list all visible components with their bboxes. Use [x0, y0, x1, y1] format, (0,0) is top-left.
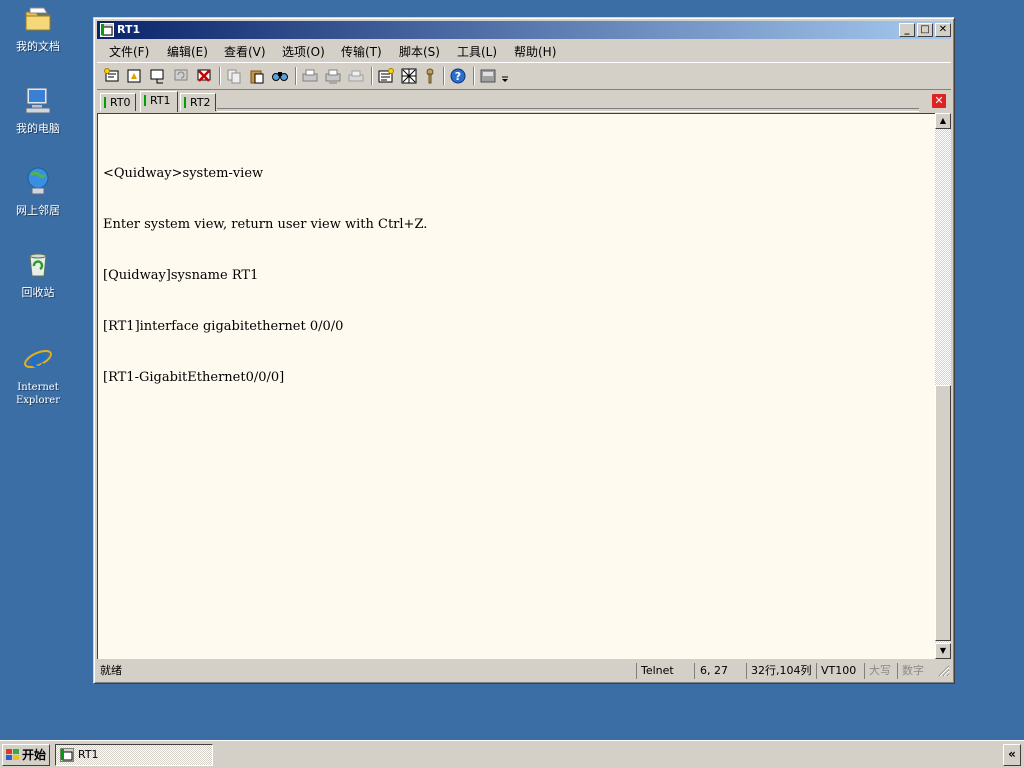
terminal-output[interactable]: <Quidway>system-view Enter system view, …	[97, 113, 935, 659]
status-cursor-position: 6, 27	[694, 663, 744, 679]
help-icon[interactable]: ?	[449, 67, 467, 85]
network-icon	[27, 167, 49, 195]
folder-icon	[25, 7, 51, 31]
print-icon[interactable]	[301, 67, 319, 85]
scroll-down-button[interactable]: ▼	[935, 643, 951, 659]
quick-connect-icon[interactable]	[125, 67, 143, 85]
svg-text:?: ?	[455, 70, 461, 83]
status-terminal-size: 32行,104列	[746, 663, 814, 679]
menu-transfer[interactable]: 传输(T)	[341, 43, 382, 60]
window-title: RT1	[117, 23, 141, 36]
start-label: 开始	[22, 748, 47, 762]
reconnect-icon[interactable]	[172, 67, 190, 85]
menu-script[interactable]: 脚本(S)	[399, 43, 440, 60]
find-icon[interactable]	[271, 67, 289, 85]
toolbar-separator	[371, 67, 373, 85]
toolbar-separator	[295, 67, 297, 85]
menu-view[interactable]: 查看(V)	[224, 43, 266, 60]
menu-tools[interactable]: 工具(L)	[457, 43, 497, 60]
status-ready: 就绪	[100, 664, 122, 677]
resize-grip-icon[interactable]	[938, 665, 950, 677]
close-tab-icon[interactable]: ✕	[932, 94, 946, 108]
session-options-icon[interactable]	[377, 67, 395, 85]
tab-status-indicator	[144, 95, 146, 106]
tab-label: RT0	[110, 96, 131, 109]
menu-bar: 文件(F) 编辑(E) 查看(V) 选项(O) 传输(T) 脚本(S) 工具(L…	[97, 40, 951, 60]
toolbar-separator	[219, 67, 221, 85]
securecrt-window: RT1 _ □ ✕ 文件(F) 编辑(E) 查看(V) 选项(O) 传输(T) …	[93, 17, 955, 684]
more-icon[interactable]	[500, 67, 510, 85]
new-session-icon[interactable]	[103, 67, 121, 85]
toolbar: ?	[97, 62, 951, 90]
global-options-icon[interactable]	[400, 67, 418, 85]
paste-icon[interactable]	[248, 67, 266, 85]
print-setup-icon[interactable]	[324, 67, 342, 85]
tab-label: RT2	[190, 96, 211, 109]
menu-options[interactable]: 选项(O)	[282, 43, 325, 60]
connect-icon[interactable]	[149, 67, 167, 85]
computer-icon	[25, 87, 51, 114]
session-tabs: RT0 RT1 RT2 ✕	[97, 91, 951, 112]
windows-logo-icon	[6, 749, 19, 760]
desktop-icon-internet-explorer[interactable]: e Internet Explorer	[4, 330, 72, 420]
menu-help[interactable]: 帮助(H)	[514, 43, 556, 60]
scroll-up-button[interactable]: ▲	[935, 113, 951, 129]
tab-divider	[217, 108, 919, 112]
vertical-scrollbar[interactable]: ▲ ▼	[935, 113, 951, 659]
desktop-icon-network[interactable]: 网上邻居	[4, 166, 72, 217]
status-bar: 就绪 Telnet 6, 27 32行,104列 VT100 大写 数字	[97, 661, 951, 681]
desktop-icon-label: 我的文档	[16, 40, 60, 53]
desktop-icon-recycle-bin[interactable]: 回收站	[4, 248, 72, 299]
tab-status-indicator	[104, 97, 106, 108]
terminal-line: [Quidway]sysname RT1	[103, 268, 259, 283]
status-protocol: Telnet	[636, 663, 692, 679]
menu-file[interactable]: 文件(F)	[109, 43, 149, 60]
tab-rt0[interactable]: RT0	[100, 93, 136, 111]
status-emulation: VT100	[816, 663, 862, 679]
desktop-icon-label: 回收站	[21, 286, 55, 299]
recycle-bin-icon	[29, 253, 47, 277]
desktop-icon-label: 我的电脑	[16, 122, 60, 135]
key-icon[interactable]	[421, 67, 439, 85]
terminal-lines: <Quidway>system-view Enter system view, …	[103, 131, 427, 420]
desktop-icon-my-documents[interactable]: 我的文档	[4, 2, 72, 53]
title-bar[interactable]: RT1 _ □ ✕	[97, 21, 951, 39]
terminal-line: [RT1-GigabitEthernet0/0/0]	[103, 370, 285, 385]
tab-rt1[interactable]: RT1	[140, 91, 178, 112]
start-button[interactable]: 开始	[2, 744, 50, 766]
terminal-line: <Quidway>system-view	[103, 166, 264, 181]
toolbar-separator	[473, 67, 475, 85]
minimize-button[interactable]: _	[899, 23, 915, 37]
maximize-button[interactable]: □	[917, 23, 933, 37]
terminal-line: [RT1]interface gigabitethernet 0/0/0	[103, 319, 344, 334]
taskbar-item-rt1[interactable]: RT1	[55, 744, 213, 766]
toolbar-separator	[443, 67, 445, 85]
app-icon	[60, 748, 74, 762]
keymap-icon[interactable]	[479, 67, 497, 85]
scroll-thumb[interactable]	[935, 385, 951, 641]
tab-status-indicator	[184, 97, 186, 108]
terminal-line: Enter system view, return user view with…	[103, 217, 428, 232]
internet-explorer-icon: e	[24, 344, 52, 373]
app-icon	[100, 23, 114, 37]
print-preview-icon[interactable]	[347, 67, 365, 85]
desktop-icon-label: 网上邻居	[16, 204, 60, 217]
status-num-lock: 数字	[897, 663, 930, 679]
disconnect-icon[interactable]	[195, 67, 213, 85]
close-button[interactable]: ✕	[935, 23, 951, 37]
taskbar: 开始 RT1 «	[0, 740, 1024, 768]
status-caps-lock: 大写	[864, 663, 896, 679]
tab-rt2[interactable]: RT2	[180, 93, 216, 111]
desktop-icon-my-computer[interactable]: 我的电脑	[4, 84, 72, 135]
taskbar-item-label: RT1	[78, 748, 99, 761]
svg-text:e: e	[30, 344, 45, 373]
desktop-icon-label: Internet Explorer	[15, 382, 61, 406]
menu-edit[interactable]: 编辑(E)	[167, 43, 208, 60]
tab-label: RT1	[150, 94, 171, 107]
tray-expand-button[interactable]: «	[1003, 744, 1021, 766]
copy-icon[interactable]	[225, 67, 243, 85]
